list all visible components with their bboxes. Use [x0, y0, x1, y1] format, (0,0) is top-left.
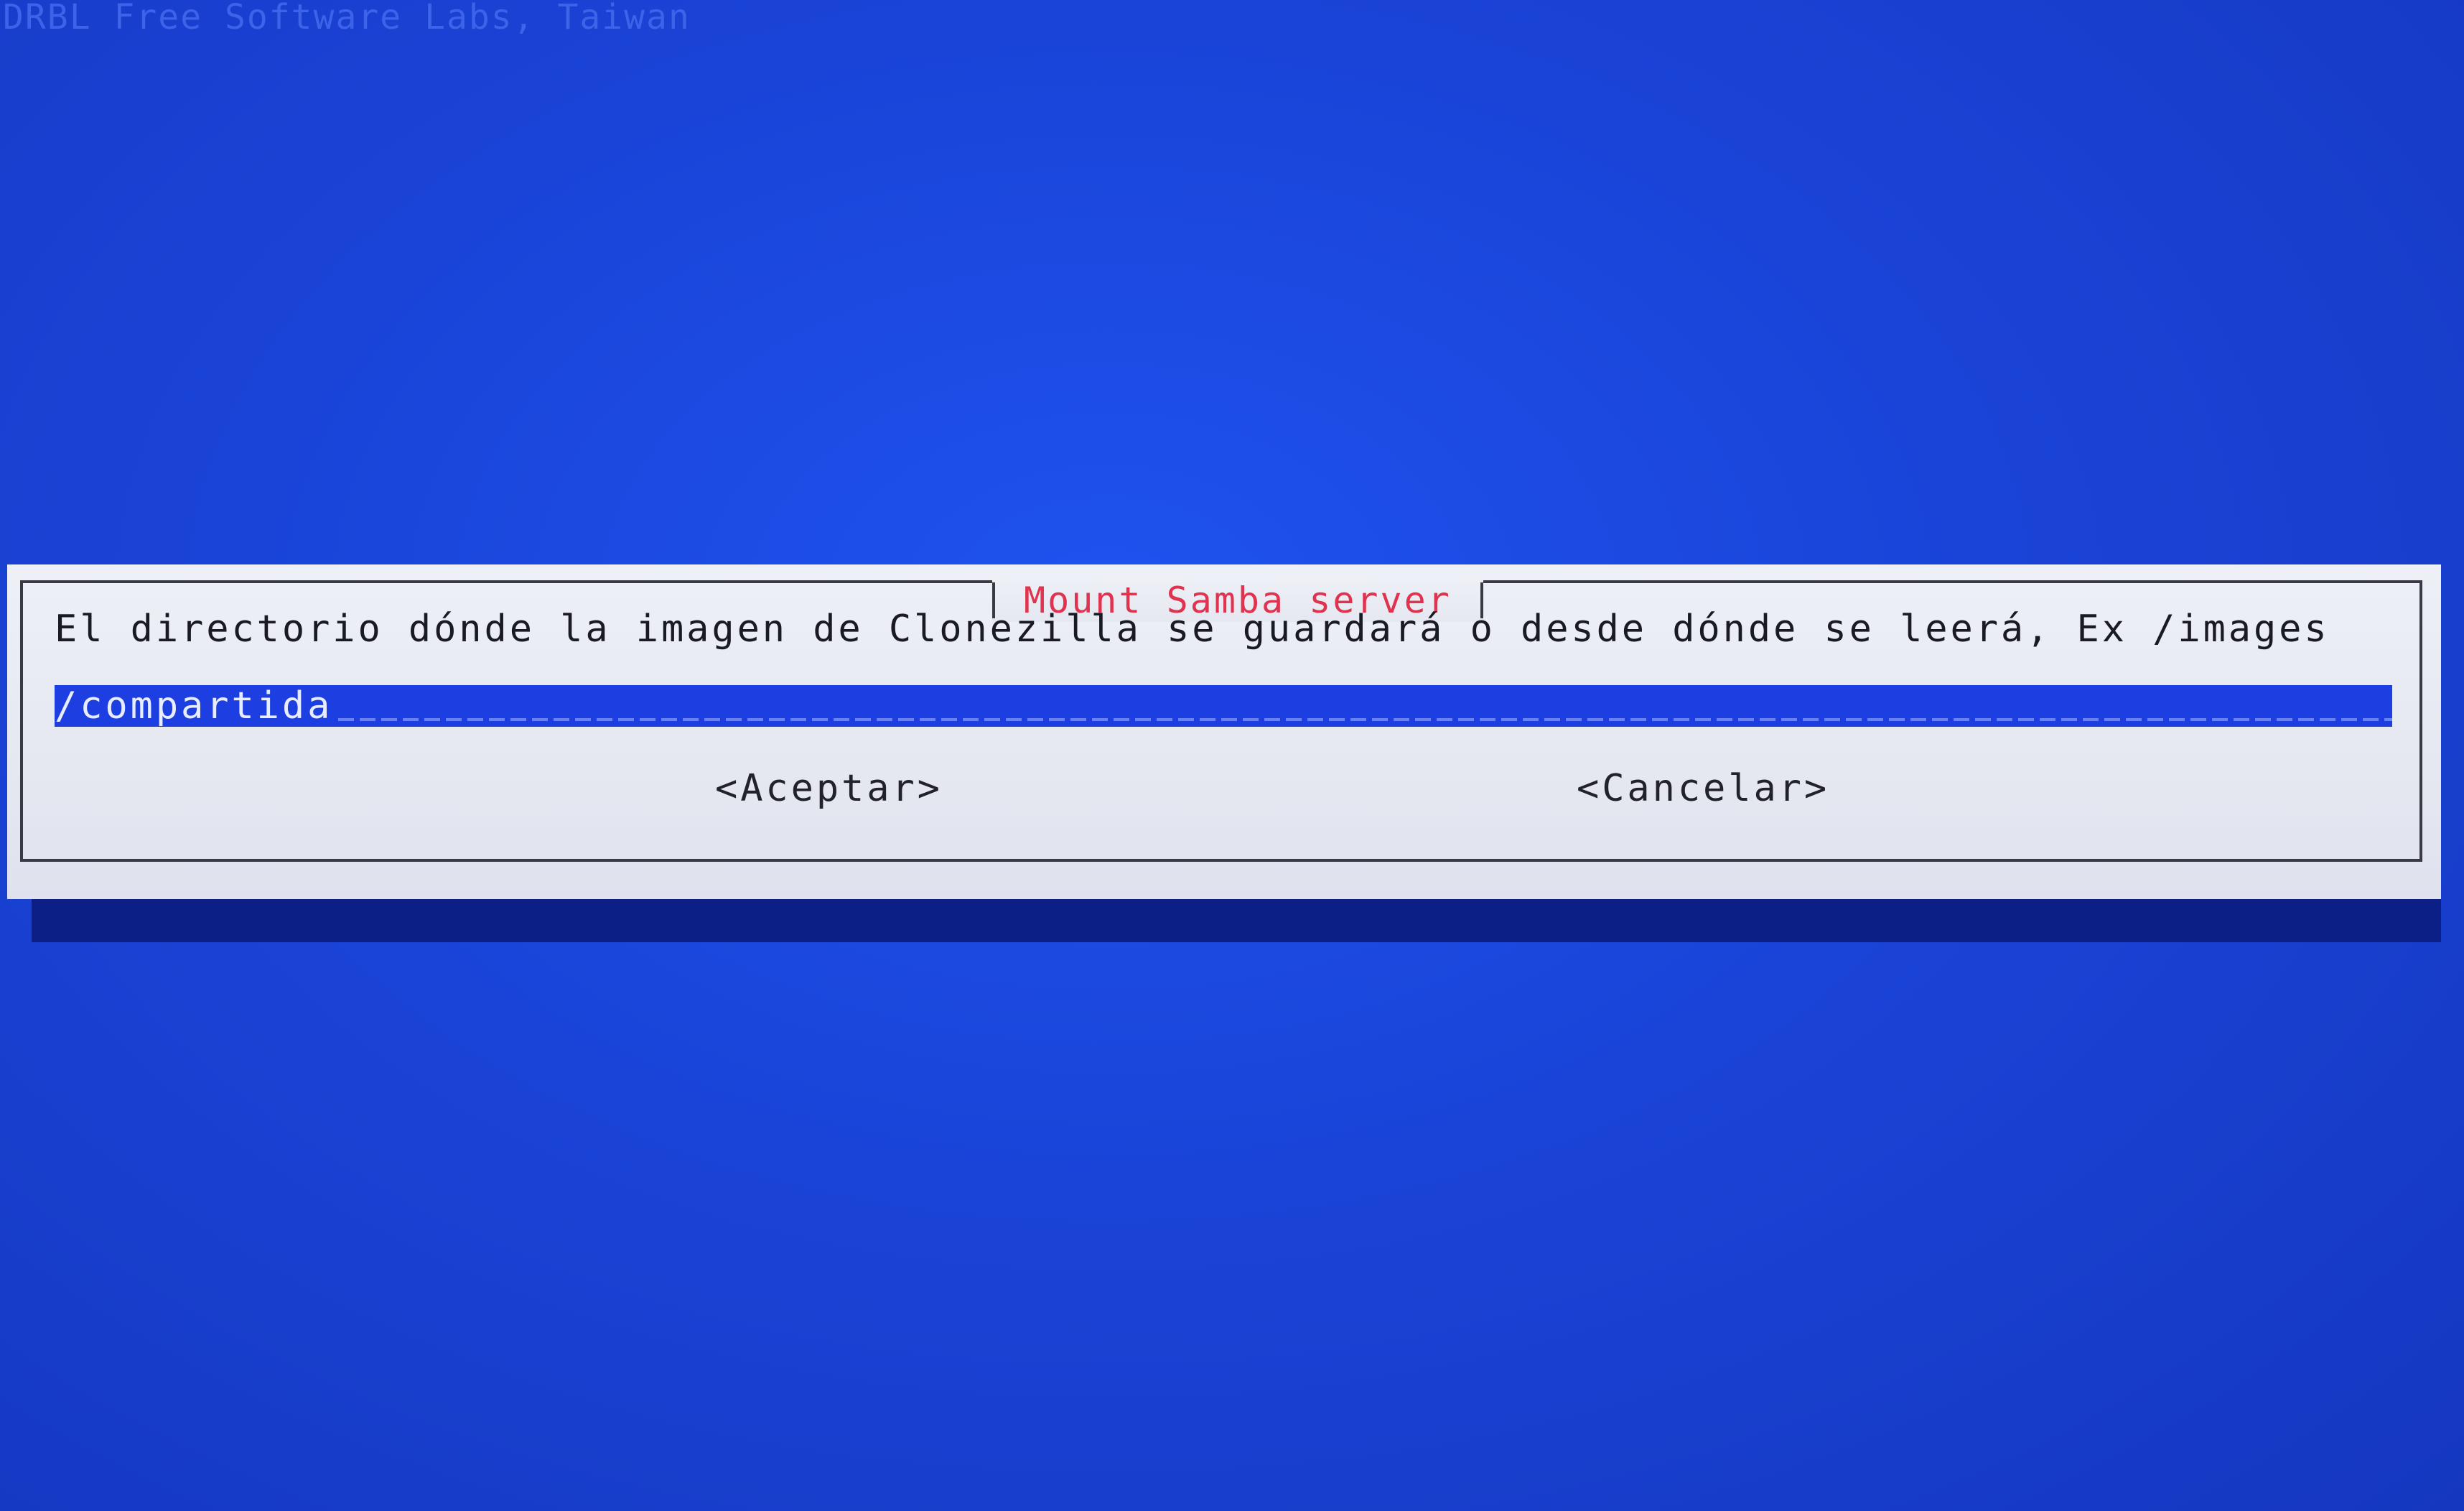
- dialog-message: El directorio dónde la imagen de Clonezi…: [55, 608, 2330, 651]
- directory-input-value[interactable]: /compartida: [55, 685, 332, 727]
- accept-button[interactable]: <Aceptar>: [715, 767, 943, 810]
- backtitle: DRBL Free Software Labs, Taiwan: [3, 0, 691, 37]
- cancel-button[interactable]: <Cancelar>: [1577, 767, 1829, 810]
- directory-input[interactable]: /compartida: [55, 685, 2392, 727]
- input-underline-fill: [338, 685, 2392, 727]
- input-dialog: Mount Samba server El directorio dónde l…: [7, 564, 2441, 899]
